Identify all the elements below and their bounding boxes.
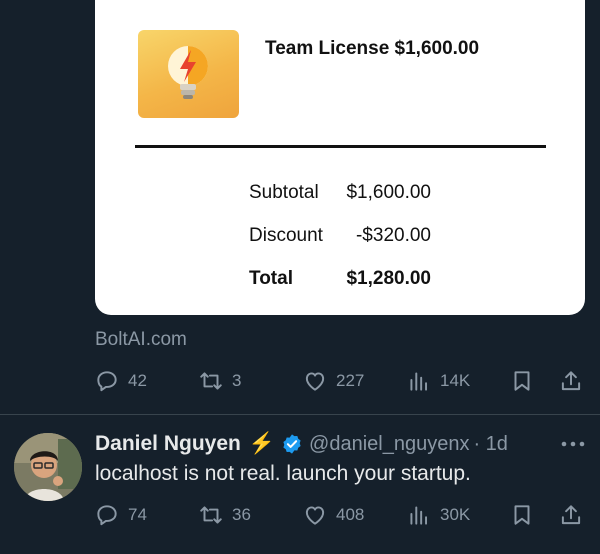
retweet-count: 3 bbox=[232, 371, 242, 390]
product-title: Team License $1,600.00 bbox=[265, 38, 480, 59]
reply-count: 74 bbox=[128, 505, 147, 524]
like-count: 408 bbox=[336, 505, 365, 524]
more-options-icon[interactable] bbox=[560, 437, 586, 451]
subtotal-label: Subtotal bbox=[249, 182, 319, 203]
author-handle[interactable]: @daniel_nguyenx bbox=[309, 433, 469, 456]
lightbulb-bolt-icon bbox=[168, 46, 208, 99]
bookmark-button[interactable] bbox=[509, 366, 535, 396]
view-count: 30K bbox=[440, 505, 471, 524]
analytics-icon bbox=[410, 506, 428, 525]
tweet2-action-bar: 74 36 408 30K bbox=[0, 500, 600, 530]
tweet1-action-bar: 42 3 227 14K bbox=[0, 366, 600, 396]
bookmark-icon bbox=[514, 371, 530, 391]
author-name[interactable]: Daniel Nguyen bbox=[95, 432, 241, 456]
tweet-divider bbox=[0, 414, 600, 415]
link-card-receipt[interactable]: Team License $1,600.00 Subtotal $1,600.0… bbox=[95, 0, 585, 315]
bookmark-icon bbox=[514, 505, 530, 525]
tweet-text: localhost is not real. launch your start… bbox=[95, 462, 471, 485]
avatar-photo bbox=[14, 433, 82, 501]
product-thumbnail bbox=[138, 30, 239, 118]
reply-count: 42 bbox=[128, 371, 147, 390]
like-count: 227 bbox=[336, 371, 365, 390]
heart-icon bbox=[305, 506, 325, 525]
view-count: 14K bbox=[440, 371, 471, 390]
reply-button[interactable]: 74 bbox=[94, 500, 147, 530]
tweet-time[interactable]: · 1d bbox=[473, 433, 507, 456]
lightning-emoji: ⚡ bbox=[248, 432, 276, 455]
avatar[interactable] bbox=[14, 433, 82, 501]
discount-label: Discount bbox=[249, 225, 323, 246]
share-icon bbox=[561, 505, 581, 525]
retweet-icon bbox=[200, 506, 222, 524]
receipt-divider bbox=[135, 145, 546, 148]
reply-icon bbox=[97, 505, 117, 526]
views-button[interactable]: 30K bbox=[406, 500, 470, 530]
retweet-button[interactable]: 36 bbox=[198, 500, 251, 530]
heart-icon bbox=[305, 372, 325, 391]
share-button[interactable] bbox=[558, 500, 584, 530]
retweet-button[interactable]: 3 bbox=[198, 366, 241, 396]
retweet-icon bbox=[200, 372, 222, 390]
views-button[interactable]: 14K bbox=[406, 366, 470, 396]
reply-icon bbox=[97, 371, 117, 392]
tweet-header: Daniel Nguyen ⚡ @daniel_nguyenx · 1d bbox=[95, 430, 508, 458]
subtotal-value: $1,600.00 bbox=[346, 182, 431, 203]
like-button[interactable]: 227 bbox=[302, 366, 364, 396]
like-button[interactable]: 408 bbox=[302, 500, 364, 530]
analytics-icon bbox=[410, 372, 428, 391]
reply-button[interactable]: 42 bbox=[94, 366, 147, 396]
bookmark-button[interactable] bbox=[509, 500, 535, 530]
retweet-count: 36 bbox=[232, 505, 251, 524]
verified-badge-icon[interactable] bbox=[281, 433, 303, 455]
discount-value: -$320.00 bbox=[355, 225, 431, 246]
share-button[interactable] bbox=[558, 366, 584, 396]
card-domain-link[interactable]: BoltAI.com bbox=[95, 329, 187, 351]
share-icon bbox=[561, 371, 581, 391]
total-label: Total bbox=[249, 268, 293, 289]
total-value: $1,280.00 bbox=[346, 268, 431, 289]
